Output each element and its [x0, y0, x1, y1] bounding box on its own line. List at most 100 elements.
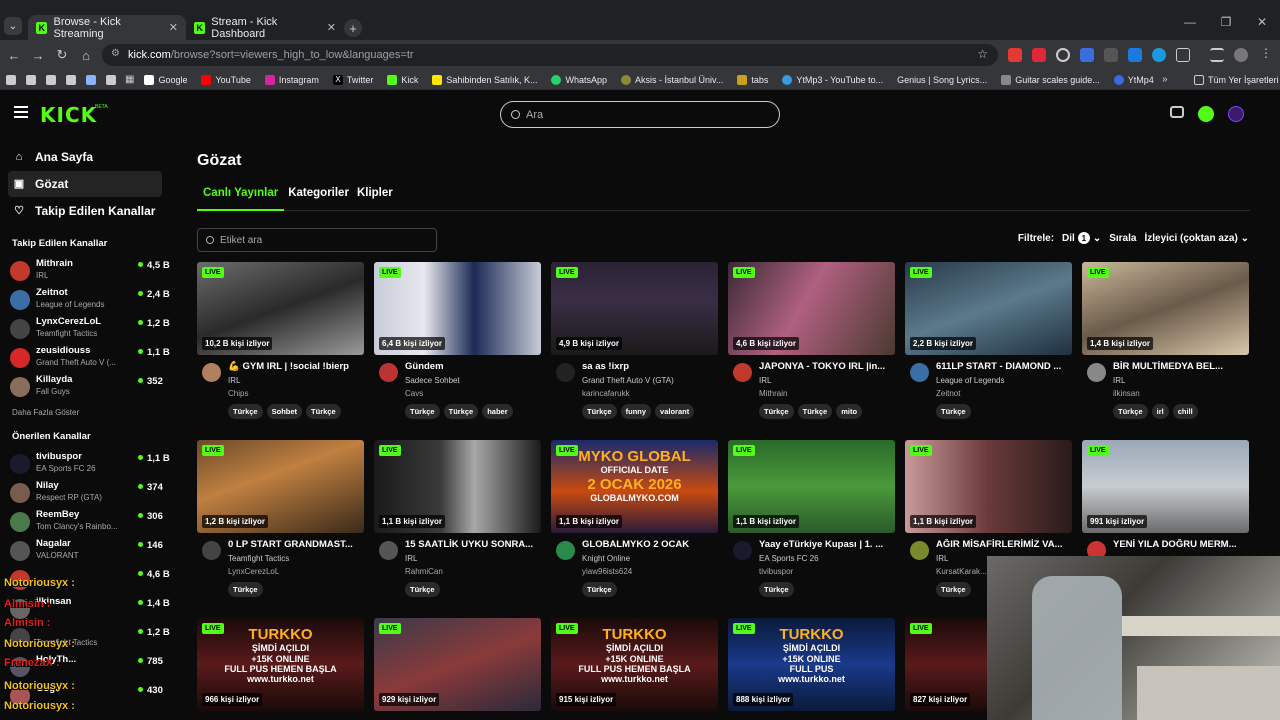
close-tab-icon[interactable]: ✕: [327, 21, 336, 34]
apps-grid-icon[interactable]: ▦: [125, 74, 134, 85]
streamer-name[interactable]: RahmiCan: [405, 567, 443, 576]
bookmark-aksis[interactable]: Aksis - İstanbul Üniv...: [621, 74, 723, 85]
tag-chip[interactable]: Türkçe: [582, 582, 617, 597]
sidebar-channel[interactable]: Killayda Fall Guys 352: [10, 373, 170, 402]
stream-category[interactable]: Knight Online: [582, 554, 630, 563]
stream-category[interactable]: IRL: [759, 376, 771, 385]
browser-tab-dashboard[interactable]: K Stream - Kick Dashboard ✕: [186, 15, 344, 40]
url-bar[interactable]: ⚙ kick.com/browse?sort=viewers_high_to_l…: [102, 44, 998, 66]
stream-thumbnail[interactable]: LIVE 991 kişi izliyor: [1082, 440, 1249, 533]
stream-category[interactable]: IRL: [1113, 376, 1125, 385]
show-more-link[interactable]: Daha Fazla Göster: [12, 408, 170, 417]
stream-category[interactable]: Grand Theft Auto V (GTA): [582, 376, 674, 385]
tag-chip[interactable]: valorant: [655, 404, 695, 419]
tag-chip[interactable]: Türkçe: [759, 582, 794, 597]
bookmark-google[interactable]: Google: [144, 74, 187, 85]
stream-thumbnail[interactable]: LIVE 1,1 B kişi izliyor: [905, 440, 1072, 533]
tab-categories[interactable]: Kategoriler: [288, 187, 349, 211]
stream-thumbnail[interactable]: LIVE 1,1 B kişi izliyor: [374, 440, 541, 533]
stream-thumbnail[interactable]: TURKKO ŞİMDİ AÇILDI +15K ONLINE FULL PUS HE…: [197, 618, 364, 711]
tab-live[interactable]: Canlı Yayınlar: [197, 187, 285, 211]
sidebar-channel[interactable]: LynxCerezLoL Teamfight Tactics 1,2 B: [10, 315, 170, 344]
bookmark-folder-icon[interactable]: [6, 74, 16, 85]
stream-thumbnail[interactable]: LIVE 4,9 B kişi izliyor: [551, 262, 718, 355]
tag-chip[interactable]: Türkçe: [443, 404, 479, 419]
tag-chip[interactable]: Türkçe: [228, 404, 263, 419]
stream-category[interactable]: Teamfight Tactics: [228, 554, 289, 563]
stream-thumbnail[interactable]: LIVE 1,2 B kişi izliyor: [197, 440, 364, 533]
tag-chip[interactable]: Türkçe: [405, 582, 440, 597]
stream-title[interactable]: AĞIR MİSAFİRLERİMİZ VA...: [936, 539, 1069, 550]
extension-icon[interactable]: [1128, 48, 1142, 62]
nav-home[interactable]: ⌂ Ana Sayfa: [8, 144, 162, 170]
tag-chip[interactable]: chill: [1172, 404, 1198, 419]
avatar[interactable]: [1087, 363, 1106, 382]
stream-title[interactable]: JAPONYA - TOKYO IRL |in...: [759, 361, 892, 372]
stream-title[interactable]: YENİ YILA DOĞRU MERM...: [1113, 539, 1246, 550]
stream-title[interactable]: BİR MULTİMEDYA BEL...: [1113, 361, 1246, 372]
tag-chip[interactable]: Türkçe: [759, 404, 794, 419]
reload-icon[interactable]: ↻: [50, 47, 74, 63]
extension-icon[interactable]: [1008, 48, 1022, 62]
tag-search-input[interactable]: Etiket ara: [197, 228, 437, 252]
bookmark-guitar[interactable]: Guitar scales guide...: [1001, 74, 1100, 85]
bookmark-folder-icon[interactable]: [106, 74, 116, 85]
bookmark-sahibinden[interactable]: Sahibinden Satılık, K...: [432, 74, 537, 85]
sidebar-channel[interactable]: Mithrain IRL 4,5 B: [10, 257, 170, 286]
bookmark-whatsapp[interactable]: WhatsApp: [551, 74, 607, 85]
tag-chip[interactable]: irl: [1151, 404, 1169, 419]
sidebar-channel[interactable]: Nagalar VALORANT 146: [10, 537, 170, 566]
sidebar-channel[interactable]: ReemBey Tom Clancy's Rainbo... 306: [10, 508, 170, 537]
stream-title[interactable]: GLOBALMYKO 2 OCAK: [582, 539, 715, 550]
reading-list-icon[interactable]: [1210, 48, 1224, 62]
extensions-puzzle-icon[interactable]: [1176, 48, 1190, 62]
extension-icon[interactable]: [1152, 48, 1166, 62]
all-bookmarks[interactable]: Tüm Yer İşaretleri: [1194, 74, 1279, 85]
stream-title[interactable]: 611LP START - DIAMOND ...: [936, 361, 1069, 372]
avatar[interactable]: [556, 363, 575, 382]
bookmark-folder-icon[interactable]: [26, 74, 36, 85]
bookmark-instagram[interactable]: Instagram: [264, 74, 319, 85]
rewards-icon[interactable]: [1170, 106, 1184, 118]
tab-clips[interactable]: Klipler: [357, 187, 393, 211]
bookmark-folder-icon[interactable]: [46, 74, 56, 85]
tag-chip[interactable]: Sohbet: [266, 404, 303, 419]
stream-category[interactable]: Sadece Sohbet: [405, 376, 460, 385]
avatar[interactable]: [202, 541, 221, 560]
bookmark-twitter[interactable]: X Twitter: [332, 74, 373, 85]
stream-thumbnail[interactable]: LIVE 6,4 B kişi izliyor: [374, 262, 541, 355]
stream-category[interactable]: IRL: [936, 554, 948, 563]
bookmark-ytmp4[interactable]: YtMp4: [1113, 74, 1154, 85]
stream-thumbnail[interactable]: LIVE 929 kişi izliyor: [374, 618, 541, 711]
extension-icon[interactable]: [1080, 48, 1094, 62]
streamer-name[interactable]: ilkinsan: [1113, 389, 1140, 398]
sidebar-channel[interactable]: zeusidiouss Grand Theft Auto V (... 1,1 B: [10, 344, 170, 373]
more-bookmarks-icon[interactable]: »: [1162, 74, 1168, 85]
minimize-icon[interactable]: —: [1172, 15, 1208, 29]
nav-following[interactable]: ♡ Takip Edilen Kanallar: [8, 198, 162, 224]
avatar[interactable]: [733, 363, 752, 382]
back-icon[interactable]: ←: [2, 48, 26, 63]
streamer-name[interactable]: Mithrain: [759, 389, 787, 398]
bookmark-tabs[interactable]: tabs: [737, 74, 768, 85]
bookmark-kick[interactable]: Kick: [387, 74, 418, 85]
restore-icon[interactable]: ❐: [1208, 15, 1244, 29]
browser-menu-icon[interactable]: ⋮: [1260, 46, 1272, 60]
stream-thumbnail[interactable]: LIVE 10,2 B kişi izliyor: [197, 262, 364, 355]
avatar[interactable]: [202, 363, 221, 382]
tab-search-icon[interactable]: ⌄: [4, 17, 22, 35]
tag-chip[interactable]: Türkçe: [1113, 404, 1148, 419]
bookmark-ytmp3[interactable]: YtMp3 - YouTube to...: [782, 74, 883, 85]
stream-thumbnail[interactable]: LIVE 1,4 B kişi izliyor: [1082, 262, 1249, 355]
stream-thumbnail[interactable]: TURKKO ŞİMDİ AÇILDI +15K ONLINE FULL PUS www…: [728, 618, 895, 711]
streamer-name[interactable]: tivibuspor: [759, 567, 793, 576]
stream-title[interactable]: 15 SAATLİK UYKU SONRA...: [405, 539, 538, 550]
extension-icon[interactable]: [1032, 48, 1046, 62]
tag-chip[interactable]: Türkçe: [306, 404, 341, 419]
sidebar-channel[interactable]: Zeitnot League of Legends 2,4 B: [10, 286, 170, 315]
site-info-icon[interactable]: ⚙: [111, 48, 120, 59]
language-filter[interactable]: Dil 1 ⌄: [1062, 232, 1101, 244]
stream-thumbnail[interactable]: LIVE 1,1 B kişi izliyor: [728, 440, 895, 533]
extension-icon[interactable]: [1104, 48, 1118, 62]
avatar[interactable]: [379, 363, 398, 382]
